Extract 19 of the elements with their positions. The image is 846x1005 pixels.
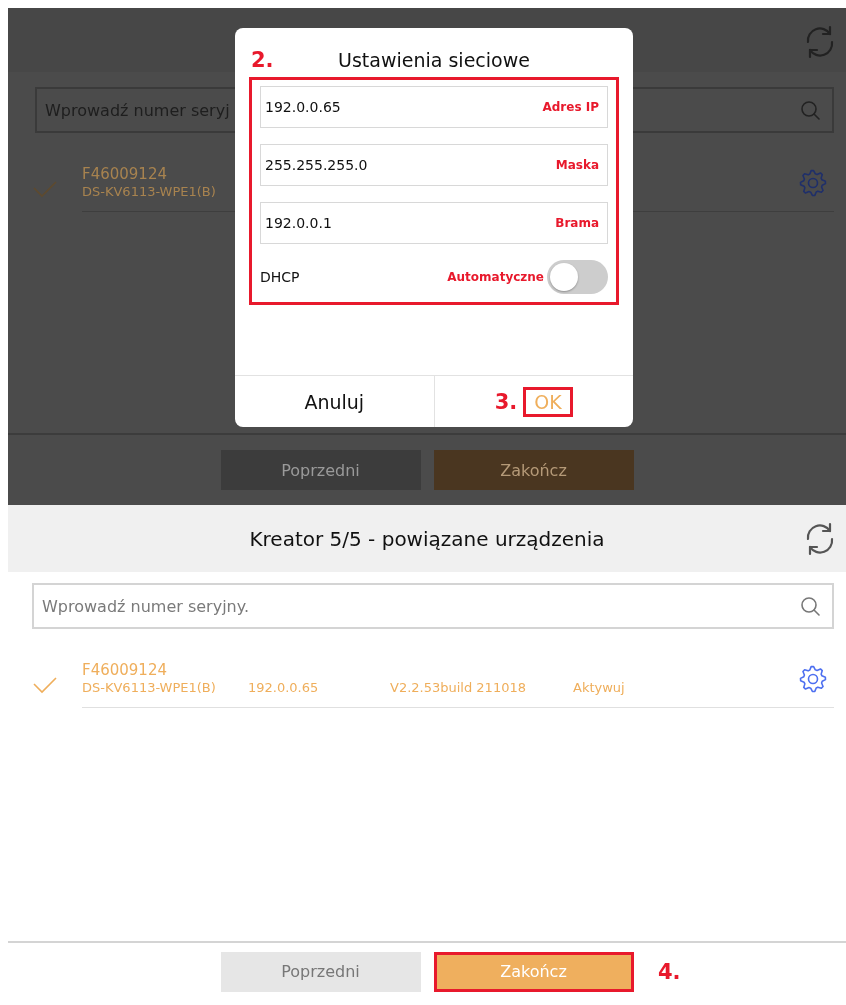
field-label: Maska (555, 158, 599, 172)
field-value: 255.255.255.0 (265, 157, 368, 173)
device-serial: F46009124 (82, 164, 167, 183)
option-label: Automatyczne (447, 270, 544, 284)
device-ip: 192.0.0.65 (248, 678, 320, 697)
field-value: 192.0.0.65 (265, 99, 341, 115)
dialog-title: Ustawienia sieciowe (338, 49, 530, 73)
screen-title: Kreator 5/5 - powiązane urządzenia (249, 526, 605, 551)
dhcp-label: DHCP (260, 269, 300, 285)
field-label: Brama (555, 216, 599, 230)
device-serial: F46009124 (82, 660, 167, 679)
field-value: 192.0.0.1 (265, 215, 332, 231)
field-label: Adres IP (542, 100, 599, 114)
device-model: DS-KV6113-WPE1(B) (82, 182, 217, 201)
step-number: 2. (251, 48, 274, 72)
device-model: DS-KV6113-WPE1(B) (82, 678, 217, 697)
firmware-version: V2.2.53build 211018 (390, 678, 527, 697)
step-number: 3. (494, 389, 518, 414)
step-number: 4. (658, 959, 681, 984)
